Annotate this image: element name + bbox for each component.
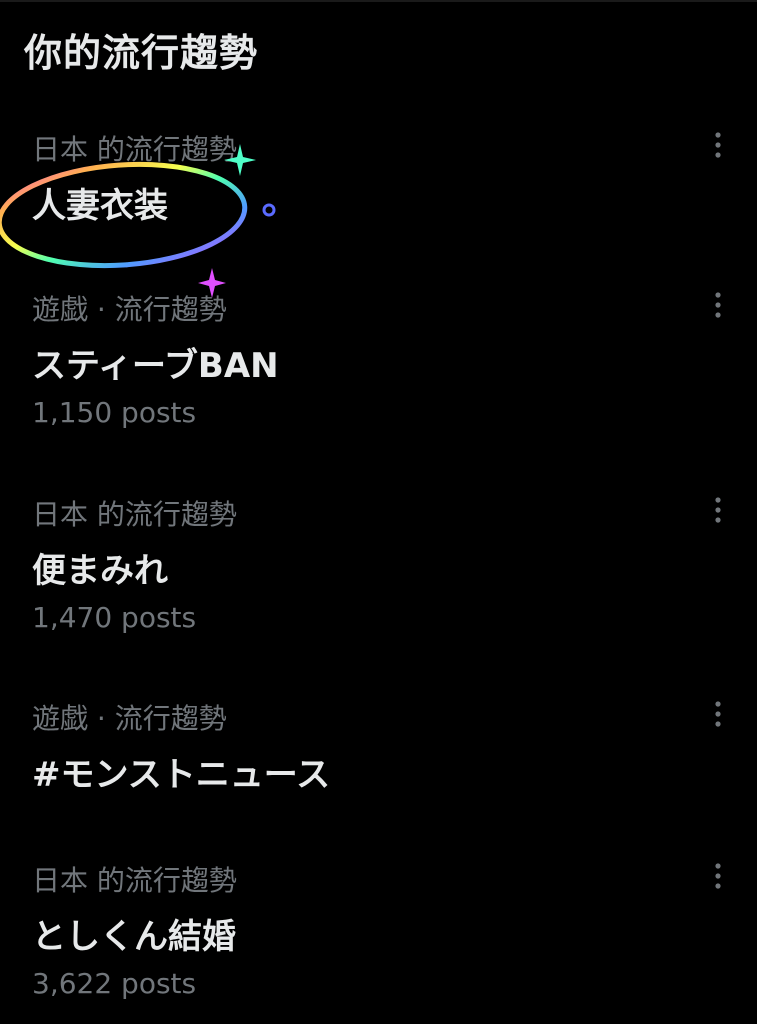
trend-name[interactable]: 便まみれ: [32, 543, 168, 592]
trend-name[interactable]: 人妻衣装: [32, 178, 168, 227]
trend-name[interactable]: #モンストニュース: [32, 747, 330, 796]
dot-icon: [262, 203, 276, 217]
more-vertical-icon: [715, 292, 721, 318]
page-title: 你的流行趨勢: [24, 31, 259, 75]
more-options-button[interactable]: [704, 859, 732, 893]
more-vertical-icon: [715, 701, 721, 727]
trend-context: 日本 的流行趨勢: [32, 864, 237, 897]
more-vertical-icon: [715, 132, 721, 158]
trend-post-count: 3,622 posts: [32, 967, 197, 1000]
more-options-button[interactable]: [704, 288, 732, 322]
trend-name[interactable]: としくん結婚: [32, 909, 236, 958]
trend-post-count: 1,470 posts: [32, 601, 197, 634]
more-options-button[interactable]: [704, 697, 732, 731]
trend-post-count: 1,150 posts: [32, 396, 197, 429]
more-options-button[interactable]: [704, 128, 732, 162]
top-divider: [0, 0, 757, 2]
more-options-button[interactable]: [704, 493, 732, 527]
trend-name[interactable]: スティーブBAN: [32, 338, 279, 387]
more-vertical-icon: [715, 863, 721, 889]
trend-context: 遊戯 · 流行趨勢: [32, 702, 227, 735]
trend-context: 日本 的流行趨勢: [32, 133, 237, 166]
trend-context: 遊戯 · 流行趨勢: [32, 293, 227, 326]
more-vertical-icon: [715, 497, 721, 523]
trend-context: 日本 的流行趨勢: [32, 498, 237, 531]
